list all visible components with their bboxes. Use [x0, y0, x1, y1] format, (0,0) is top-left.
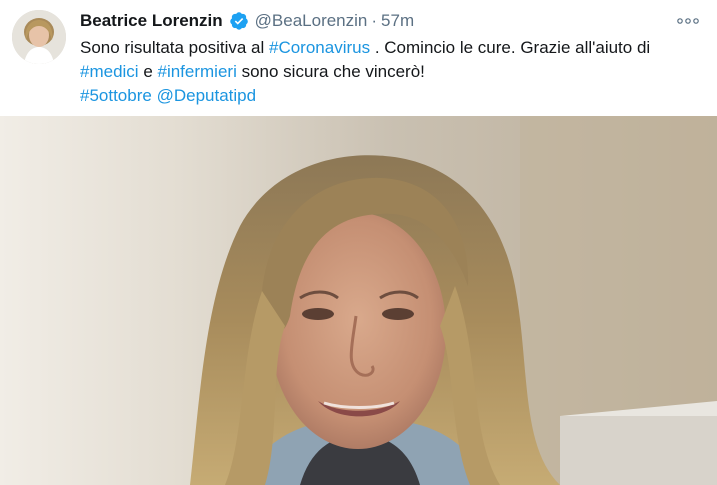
tweet-header: Beatrice Lorenzin @BeaLorenzin · 57m [80, 8, 414, 34]
more-options-icon[interactable] [675, 12, 701, 30]
tweet-text-segment: . Comincio le cure. Grazie all'aiuto di [370, 38, 651, 57]
hashtag-link[interactable]: #5ottobre [80, 86, 152, 105]
hashtag-link[interactable]: #medici [80, 62, 139, 81]
tweet-text: Sono risultata positiva al #Coronavirus … [80, 36, 700, 108]
tweet-text-line: Sono risultata positiva al #Coronavirus … [80, 36, 700, 60]
tweet-text-segment: Sono risultata positiva al [80, 38, 269, 57]
avatar[interactable] [12, 10, 66, 64]
separator-dot: · [371, 11, 378, 30]
mention-link[interactable]: @Deputatipd [157, 86, 257, 105]
tweet-text-line: #medici e #infermieri sono sicura che vi… [80, 60, 700, 84]
author-handle[interactable]: @BeaLorenzin [255, 11, 368, 31]
verified-badge-icon [229, 11, 249, 31]
timestamp[interactable]: 57m [381, 11, 414, 31]
tweet-text-segment: sono sicura che vincerò! [236, 62, 425, 81]
tweet-text-line: #5ottobre @Deputatipd [80, 84, 700, 108]
video-thumbnail[interactable] [0, 116, 717, 485]
author-name[interactable]: Beatrice Lorenzin [80, 11, 223, 31]
hashtag-link[interactable]: #Coronavirus [269, 38, 370, 57]
tweet-text-segment: e [138, 62, 158, 81]
hashtag-link[interactable]: #infermieri [158, 62, 237, 81]
tweet: Beatrice Lorenzin @BeaLorenzin · 57m Son… [0, 0, 717, 485]
